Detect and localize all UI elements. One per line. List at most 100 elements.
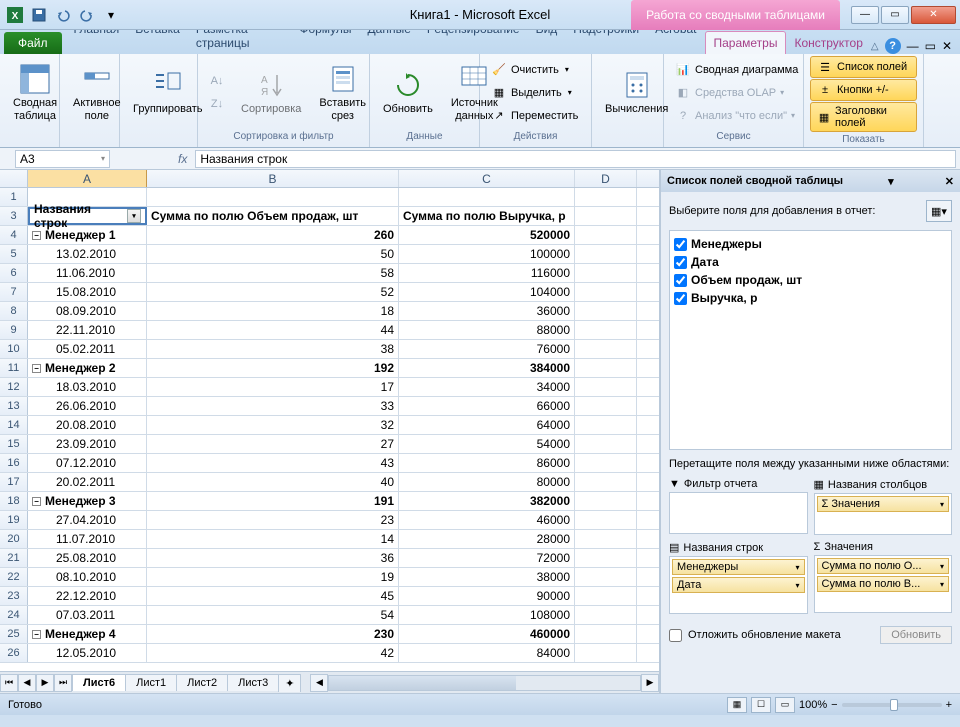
field-checkbox[interactable]	[674, 256, 687, 269]
sheet-nav-first[interactable]: ⏮	[0, 674, 18, 692]
pivot-chart-button[interactable]: 📊Сводная диаграмма	[670, 59, 803, 81]
collapse-icon[interactable]: −	[32, 364, 41, 373]
area-report-filter[interactable]	[669, 492, 808, 534]
doc-restore-icon[interactable]: ▭	[925, 39, 936, 53]
row-header[interactable]: 9	[0, 321, 28, 339]
table-row[interactable]: 25−Менеджер 4230460000	[0, 625, 659, 644]
table-row[interactable]: 513.02.201050100000	[0, 245, 659, 264]
active-field-button[interactable]: Активное поле	[66, 60, 128, 124]
zoom-slider[interactable]	[842, 703, 942, 707]
table-row[interactable]: 1218.03.20101734000	[0, 378, 659, 397]
refresh-button[interactable]: Обновить	[376, 66, 440, 118]
minimize-ribbon-icon[interactable]: △	[871, 41, 879, 52]
help-icon[interactable]: ?	[885, 38, 901, 54]
table-row[interactable]: 1420.08.20103264000	[0, 416, 659, 435]
col-header-d[interactable]: D	[575, 170, 637, 187]
col-header-b[interactable]: B	[147, 170, 399, 187]
sheet-tab-Лист1[interactable]: Лист1	[125, 674, 177, 691]
insert-slicer-button[interactable]: Вставить срез	[312, 60, 373, 124]
whatif-button[interactable]: ?Анализ "что если"▾	[670, 105, 803, 127]
name-box[interactable]: A3▾	[15, 150, 110, 168]
row-header[interactable]: 23	[0, 587, 28, 605]
table-row[interactable]: 715.08.201052104000	[0, 283, 659, 302]
field-item[interactable]: Дата	[674, 253, 947, 271]
olap-button[interactable]: ◧Средства OLAP▾	[670, 82, 803, 104]
area-column-labels[interactable]: Σ Значения▾	[814, 493, 953, 535]
area-item[interactable]: Σ Значения▾	[817, 496, 950, 512]
restore-button[interactable]: ▭	[881, 6, 909, 24]
table-row[interactable]: 2612.05.20104284000	[0, 644, 659, 663]
sheet-nav-prev[interactable]: ◀	[18, 674, 36, 692]
minimize-button[interactable]: —	[851, 6, 879, 24]
row-header[interactable]: 1	[0, 188, 28, 206]
field-checkbox[interactable]	[674, 238, 687, 251]
field-item[interactable]: Менеджеры	[674, 235, 947, 253]
tab-parameters[interactable]: Параметры	[705, 31, 787, 54]
area-item[interactable]: Сумма по полю В...▾	[817, 576, 950, 592]
table-row[interactable]: 18−Менеджер 3191382000	[0, 492, 659, 511]
buttons-pm-button[interactable]: ±Кнопки +/-	[810, 79, 917, 101]
collapse-icon[interactable]: −	[32, 497, 41, 506]
update-button[interactable]: Обновить	[880, 626, 952, 644]
zoom-out-button[interactable]: −	[831, 699, 837, 711]
row-header[interactable]: 11	[0, 359, 28, 377]
row-header[interactable]: 21	[0, 549, 28, 567]
field-list-button[interactable]: ☰Список полей	[810, 56, 917, 78]
row-header[interactable]: 15	[0, 435, 28, 453]
row-header[interactable]: 12	[0, 378, 28, 396]
pane-dropdown-icon[interactable]: ▾	[888, 175, 894, 188]
excel-icon[interactable]: X	[4, 4, 26, 26]
defer-checkbox[interactable]	[669, 629, 682, 642]
table-row[interactable]: 2011.07.20101428000	[0, 530, 659, 549]
row-header[interactable]: 17	[0, 473, 28, 491]
table-row[interactable]: 1720.02.20114080000	[0, 473, 659, 492]
field-item[interactable]: Объем продаж, шт	[674, 271, 947, 289]
tab-designer[interactable]: Конструктор	[786, 32, 870, 54]
area-item[interactable]: Дата▾	[672, 577, 805, 593]
pane-layout-button[interactable]: ▦▾	[926, 200, 952, 222]
row-labels-filter-icon[interactable]: ▾	[127, 209, 141, 223]
select-all-corner[interactable]	[0, 170, 28, 187]
row-header[interactable]: 20	[0, 530, 28, 548]
table-row[interactable]: 2322.12.20104590000	[0, 587, 659, 606]
sheet-tab-Лист6[interactable]: Лист6	[72, 674, 126, 691]
row-header[interactable]: 22	[0, 568, 28, 586]
table-row[interactable]: 1927.04.20102346000	[0, 511, 659, 530]
doc-close-icon[interactable]: ✕	[942, 39, 952, 53]
data-source-button[interactable]: Источник данных	[444, 60, 505, 124]
row-header[interactable]: 10	[0, 340, 28, 358]
undo-icon[interactable]	[52, 4, 74, 26]
table-row[interactable]: 1005.02.20113876000	[0, 340, 659, 359]
table-row[interactable]: 1523.09.20102754000	[0, 435, 659, 454]
calculations-button[interactable]: Вычисления	[598, 66, 675, 118]
view-page-break-button[interactable]: ▭	[775, 697, 795, 713]
row-header[interactable]: 5	[0, 245, 28, 263]
field-checkbox[interactable]	[674, 292, 687, 305]
formula-input[interactable]: Названия строк	[195, 150, 956, 168]
field-headers-button[interactable]: ▦Заголовки полей	[810, 102, 917, 132]
row-header[interactable]: 14	[0, 416, 28, 434]
view-page-layout-button[interactable]: ☐	[751, 697, 771, 713]
row-header[interactable]: 16	[0, 454, 28, 472]
table-row[interactable]: 1326.06.20103366000	[0, 397, 659, 416]
qat-customize-icon[interactable]: ▾	[100, 4, 122, 26]
row-header[interactable]: 19	[0, 511, 28, 529]
row-header[interactable]: 26	[0, 644, 28, 662]
pivot-table-button[interactable]: Сводная таблица	[6, 60, 64, 124]
sort-button[interactable]: AЯСортировка	[234, 66, 308, 118]
col-header-c[interactable]: C	[399, 170, 575, 187]
fx-icon[interactable]: fx	[170, 152, 195, 166]
collapse-icon[interactable]: −	[32, 630, 41, 639]
sheet-tab-Лист2[interactable]: Лист2	[176, 674, 228, 691]
row-header[interactable]: 24	[0, 606, 28, 624]
area-item[interactable]: Менеджеры▾	[672, 559, 805, 575]
doc-minimize-icon[interactable]: —	[907, 39, 919, 53]
table-row[interactable]: 11−Менеджер 2192384000	[0, 359, 659, 378]
row-header[interactable]: 25	[0, 625, 28, 643]
row-header[interactable]: 13	[0, 397, 28, 415]
row-header[interactable]: 18	[0, 492, 28, 510]
sheet-nav-last[interactable]: ⏭	[54, 674, 72, 692]
file-tab[interactable]: Файл	[4, 32, 62, 54]
pane-close-icon[interactable]: ✕	[945, 175, 954, 188]
field-list[interactable]: МенеджерыДатаОбъем продаж, штВыручка, р	[669, 230, 952, 450]
